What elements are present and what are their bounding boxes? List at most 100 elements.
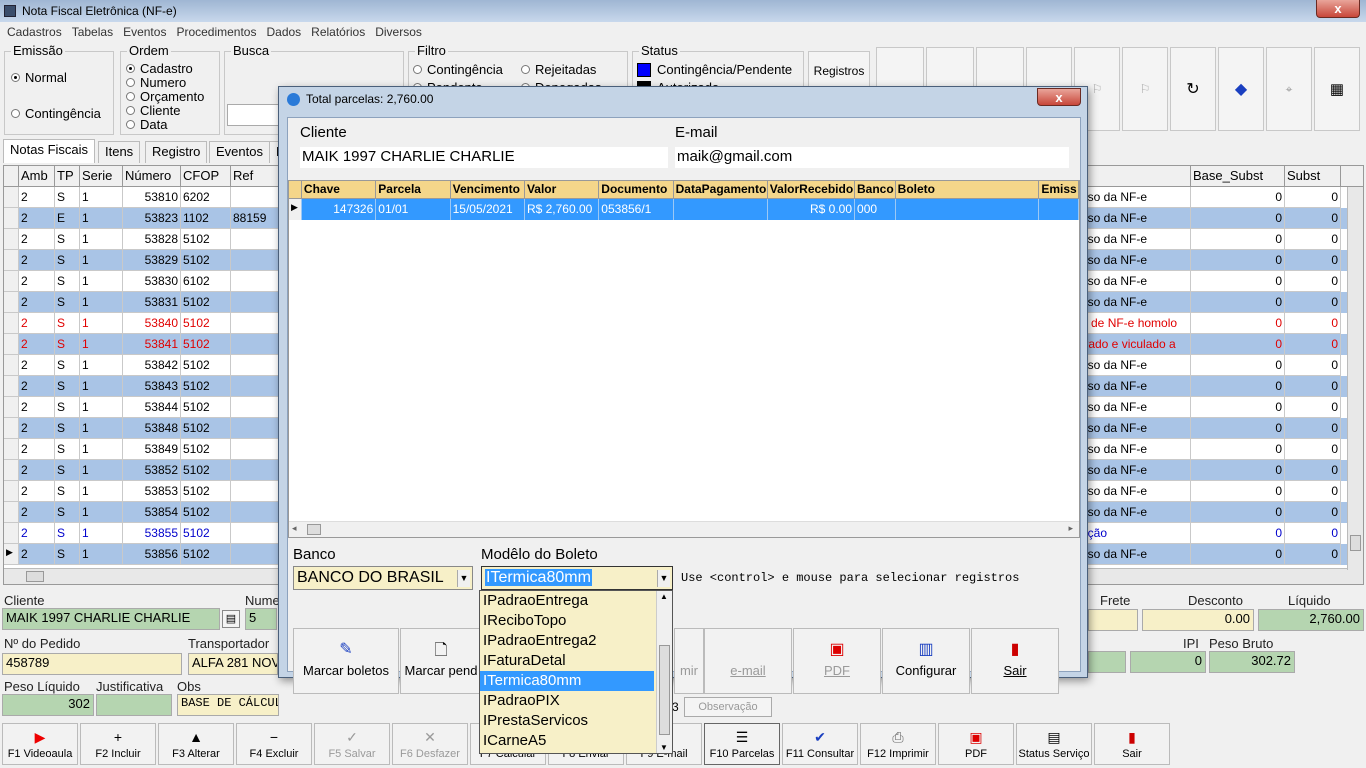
filtro-contingencia[interactable]: Contingência <box>413 62 503 77</box>
marcar-boletos-button[interactable]: ✎ Marcar boletos <box>293 628 399 694</box>
configurar-button[interactable]: ▥ Configurar <box>882 628 970 694</box>
menu-tabelas[interactable]: Tabelas <box>72 25 113 39</box>
modelo-select[interactable]: ITermica80mm ▼ <box>481 566 673 590</box>
sair-button[interactable]: ▮ Sair <box>1094 723 1170 765</box>
col-subst[interactable]: Subst <box>1285 166 1341 186</box>
observacao-button[interactable]: Observação <box>684 697 772 717</box>
filtro-rejeitadas[interactable]: Rejeitadas <box>521 62 596 77</box>
pcol-chave[interactable]: Chave <box>302 181 377 198</box>
pcol-vencimento[interactable]: Vencimento <box>451 181 525 198</box>
peso-liquido-field[interactable]: 302 <box>2 694 94 716</box>
nume-field[interactable]: 5 <box>245 608 277 630</box>
col-ref[interactable]: Ref <box>231 166 281 186</box>
f1-videoaula-button[interactable]: ▶ F1 Videoaula <box>2 723 78 765</box>
col-tp[interactable]: TP <box>55 166 80 186</box>
extra-field[interactable] <box>1088 651 1126 673</box>
banco-select[interactable]: BANCO DO BRASIL ▼ <box>293 566 473 590</box>
f5-salvar-button[interactable]: ✓ F5 Salvar <box>314 723 390 765</box>
tab-eventos[interactable]: Eventos <box>209 141 270 163</box>
pcol-parcela[interactable]: Parcela <box>376 181 451 198</box>
parcelas-hscrollbar[interactable]: ◂ ▸ <box>289 521 1079 537</box>
obs-field[interactable]: BASE DE CÁLCULO DE ICMS REDUZIDA EM <box>177 694 279 716</box>
menu-eventos[interactable]: Eventos <box>123 25 166 39</box>
menu-cadastros[interactable]: Cadastros <box>7 25 62 39</box>
email-button[interactable]: e-mail <box>704 628 792 694</box>
f12-imprimir-button[interactable]: ⎙ F12 Imprimir <box>860 723 936 765</box>
desconto-field[interactable]: 0.00 <box>1142 609 1254 631</box>
dialog-close-button[interactable]: x <box>1037 88 1081 106</box>
radio-cliente[interactable]: Cliente <box>126 103 180 118</box>
dropdown-scroll-thumb[interactable] <box>659 645 670 735</box>
radio-contingencia[interactable]: Contingência <box>11 106 101 121</box>
toolbar-flag-button[interactable]: ⚐ <box>1122 47 1168 131</box>
radio-numero[interactable]: Numero <box>126 75 186 90</box>
f4-excluir-button[interactable]: − F4 Excluir <box>236 723 312 765</box>
radio-orcamento[interactable]: Orçamento <box>126 89 204 104</box>
dialog-cliente-field[interactable]: MAIK 1997 CHARLIE CHARLIE <box>300 147 668 168</box>
dialog-sair-button[interactable]: ▮ Sair <box>971 628 1059 694</box>
parcelas-grid[interactable]: Chave Parcela Vencimento Valor Documento… <box>288 180 1080 538</box>
modelo-dropdown-list[interactable]: IPadraoEntrega IReciboTopo IPadraoEntreg… <box>479 590 673 754</box>
option-itermica80mm[interactable]: ITermica80mm <box>480 671 654 691</box>
dialog-email-field[interactable]: maik@gmail.com <box>675 147 1069 168</box>
radio-normal[interactable]: Normal <box>11 70 67 85</box>
grid-vscrollbar[interactable] <box>1347 187 1363 570</box>
tab-itens[interactable]: Itens <box>98 141 141 163</box>
pcol-datapagamento[interactable]: DataPagamento <box>674 181 768 198</box>
calendar-button[interactable]: ▦ <box>1314 47 1360 131</box>
close-button[interactable]: x <box>1316 0 1360 18</box>
radio-data[interactable]: Data <box>126 117 167 132</box>
col-cfop[interactable]: CFOP <box>181 166 231 186</box>
radio-cadastro[interactable]: Cadastro <box>126 61 193 76</box>
tag-button[interactable]: ◆ <box>1218 47 1264 131</box>
menu-dados[interactable]: Dados <box>266 25 301 39</box>
frete-field[interactable] <box>1088 609 1138 631</box>
grid-hscroll-thumb[interactable] <box>26 571 44 582</box>
refresh-button[interactable]: ↻ <box>1170 47 1216 131</box>
pcol-valor[interactable]: Valor <box>525 181 600 198</box>
dropdown-scrollbar[interactable]: ▲ ▼ <box>656 591 672 753</box>
pedido-field[interactable]: 458789 <box>2 653 182 675</box>
ipi-field[interactable]: 0 <box>1130 651 1206 673</box>
pcol-documento[interactable]: Documento <box>599 181 674 198</box>
parcela-row[interactable]: ▶ 147326 01/01 15/05/2021 R$ 2,760.00 05… <box>289 199 1080 220</box>
option-ipadraoentrega[interactable]: IPadraoEntrega <box>480 591 672 611</box>
registros-button[interactable]: Registros <box>808 51 870 91</box>
cliente-lookup-button[interactable]: ▤ <box>222 610 240 628</box>
option-iprestaservicos[interactable]: IPrestaServicos <box>480 711 672 731</box>
option-ipadraoentrega2[interactable]: IPadraoEntrega2 <box>480 631 672 651</box>
f10-parcelas-button[interactable]: ☰ F10 Parcelas <box>704 723 780 765</box>
liquido-field[interactable]: 2,760.00 <box>1258 609 1364 631</box>
marcar-pendentes-button[interactable]: 🗋 Marcar pend <box>400 628 482 694</box>
imprimir-button[interactable]: mir <box>674 628 704 694</box>
status-servico-button[interactable]: ▤ Status Serviço <box>1016 723 1092 765</box>
col-amb[interactable]: Amb <box>19 166 55 186</box>
pcol-boleto[interactable]: Boleto <box>896 181 1040 198</box>
grid-vscroll-thumb[interactable] <box>1350 535 1361 551</box>
justificativa-field[interactable] <box>96 694 172 716</box>
col-serie[interactable]: Serie <box>80 166 123 186</box>
pcol-valorrecebido[interactable]: ValorRecebido <box>768 181 856 198</box>
peso-bruto-field[interactable]: 302.72 <box>1209 651 1295 673</box>
option-icarnea5[interactable]: ICarneA5 <box>480 731 672 751</box>
pdf-button[interactable]: ▣ PDF <box>938 723 1014 765</box>
col-numero[interactable]: Número <box>123 166 181 186</box>
cliente-field[interactable]: MAIK 1997 CHARLIE CHARLIE <box>2 608 220 630</box>
tab-registro[interactable]: Registro <box>145 141 208 163</box>
tab-notas-fiscais[interactable]: Notas Fiscais <box>3 139 96 163</box>
f2-incluir-button[interactable]: + F2 Incluir <box>80 723 156 765</box>
pcol-banco[interactable]: Banco <box>855 181 896 198</box>
f6-desfazer-button[interactable]: ✕ F6 Desfazer <box>392 723 468 765</box>
pdf-dialog-button[interactable]: ▣ PDF <box>793 628 881 694</box>
f11-consultar-button[interactable]: ✔ F11 Consultar <box>782 723 858 765</box>
option-ipadraopix[interactable]: IPadraoPIX <box>480 691 672 711</box>
menu-relatorios[interactable]: Relatórios <box>311 25 365 39</box>
option-irecibotopo[interactable]: IReciboTopo <box>480 611 672 631</box>
parcelas-hscroll-thumb[interactable] <box>307 524 321 535</box>
pcol-emiss[interactable]: Emiss <box>1039 181 1080 198</box>
goto-button[interactable]: ⌖ <box>1266 47 1312 131</box>
col-base-subst[interactable]: Base_Subst <box>1191 166 1285 186</box>
option-ifaturadetal[interactable]: IFaturaDetal <box>480 651 672 671</box>
f3-alterar-button[interactable]: ▲ F3 Alterar <box>158 723 234 765</box>
menu-procedimentos[interactable]: Procedimentos <box>176 25 256 39</box>
